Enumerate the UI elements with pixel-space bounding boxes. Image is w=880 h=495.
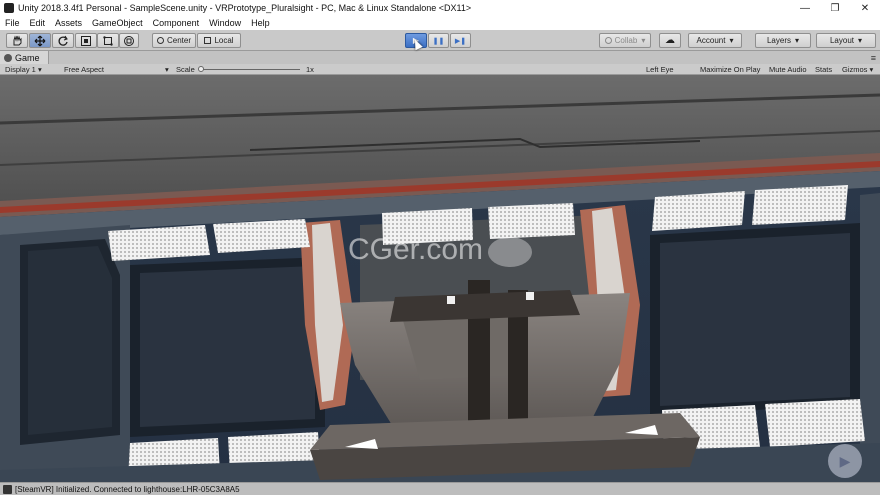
scene-render <box>0 75 880 482</box>
scale-label: Scale <box>176 65 195 74</box>
space-local-button[interactable]: Local <box>197 33 241 48</box>
layers-dropdown[interactable]: Layers <box>755 33 811 48</box>
menu-help[interactable]: Help <box>246 18 275 28</box>
step-icon: ▶❚ <box>454 37 467 45</box>
status-message[interactable]: [SteamVR] Initialized. Connected to ligh… <box>15 485 240 494</box>
minimize-button[interactable]: — <box>790 0 820 16</box>
collab-dropdown[interactable]: Collab <box>599 33 651 48</box>
game-controller-icon <box>4 53 12 62</box>
move-tool-button[interactable] <box>29 33 51 48</box>
space-label: Local <box>214 36 234 45</box>
maximize-button[interactable]: ❐ <box>820 0 850 16</box>
menu-edit[interactable]: Edit <box>25 18 51 28</box>
layers-label: Layers <box>766 36 791 45</box>
video-play-overlay-icon[interactable]: ▶ <box>828 444 862 478</box>
pause-icon: ❚❚ <box>432 37 445 45</box>
layout-dropdown[interactable]: Layout <box>816 33 876 48</box>
pivot-label: Center <box>166 36 191 45</box>
tab-game[interactable]: Game <box>0 51 49 64</box>
window-title: Unity 2018.3.4f1 Personal - SampleScene.… <box>18 3 472 13</box>
window-controls: — ❐ ✕ <box>790 0 880 16</box>
display-label: Display 1 <box>5 65 36 74</box>
menu-file[interactable]: File <box>0 18 25 28</box>
main-toolbar: Center Local ▶ ❚❚ ▶❚ Collab ☁ Account La… <box>0 30 880 51</box>
pause-button[interactable]: ❚❚ <box>428 33 449 48</box>
tab-game-label: Game <box>15 52 40 63</box>
gizmos-label: Gizmos <box>842 65 868 74</box>
move-icon <box>34 35 46 46</box>
stats-toggle[interactable]: Stats <box>815 65 832 74</box>
scale-value: 1x <box>306 65 314 74</box>
menu-window[interactable]: Window <box>204 18 246 28</box>
transform-icon <box>124 35 134 46</box>
scale-slider-track[interactable] <box>200 69 300 70</box>
cloud-services-button[interactable]: ☁ <box>659 33 681 48</box>
rotate-tool-button[interactable] <box>52 33 74 48</box>
hand-icon <box>13 35 22 46</box>
status-bar: [SteamVR] Initialized. Connected to ligh… <box>0 482 880 495</box>
game-viewport[interactable]: CGer.com ▶ <box>0 75 880 482</box>
menu-gameobject[interactable]: GameObject <box>87 18 148 28</box>
close-button[interactable]: ✕ <box>850 0 880 16</box>
transform-tool-button[interactable] <box>119 33 139 48</box>
rect-tool-button[interactable] <box>97 33 119 48</box>
menu-assets[interactable]: Assets <box>50 18 87 28</box>
aspect-label: Free Aspect <box>64 65 105 74</box>
rotate-icon <box>58 35 68 46</box>
pivot-center-button[interactable]: Center <box>152 33 196 48</box>
rect-icon <box>103 35 113 46</box>
account-dropdown[interactable]: Account <box>688 33 742 48</box>
menu-bar: File Edit Assets GameObject Component Wi… <box>0 16 880 30</box>
scale-slider-handle[interactable] <box>198 66 204 72</box>
local-space-icon <box>204 37 212 44</box>
game-tab-bar: Game ≡ <box>0 51 880 64</box>
game-view-toolbar: Display 1 ▾ Free Aspect ▾ Scale 1x Left … <box>0 64 880 75</box>
scale-tool-button[interactable] <box>75 33 97 48</box>
eye-label: Left Eye <box>646 65 674 74</box>
cloud-icon: ☁ <box>665 35 675 46</box>
pivot-icon <box>156 37 164 44</box>
eye-dropdown[interactable]: Left Eye <box>646 65 674 74</box>
tab-menu-icon[interactable]: ≡ <box>871 53 876 63</box>
aspect-dropdown[interactable]: Free Aspect <box>64 65 104 74</box>
hand-tool-button[interactable] <box>6 33 28 48</box>
collab-icon <box>604 37 612 44</box>
title-bar: Unity 2018.3.4f1 Personal - SampleScene.… <box>0 0 880 16</box>
unity-logo-icon <box>4 3 14 13</box>
watermark-mark <box>488 237 532 267</box>
menu-component[interactable]: Component <box>148 18 205 28</box>
collab-label: Collab <box>614 36 638 45</box>
layout-label: Layout <box>829 36 854 45</box>
mute-audio-toggle[interactable]: Mute Audio <box>769 65 807 74</box>
watermark: CGer.com <box>348 233 484 266</box>
aspect-chevron-icon: ▾ <box>165 65 169 74</box>
gizmos-dropdown[interactable]: Gizmos ▾ <box>842 65 873 74</box>
step-button[interactable]: ▶❚ <box>450 33 471 48</box>
scale-icon <box>81 35 91 46</box>
account-label: Account <box>696 36 726 45</box>
maximize-on-play-toggle[interactable]: Maximize On Play <box>700 65 760 74</box>
console-log-icon <box>3 484 12 494</box>
display-dropdown[interactable]: Display 1 ▾ <box>5 65 42 74</box>
